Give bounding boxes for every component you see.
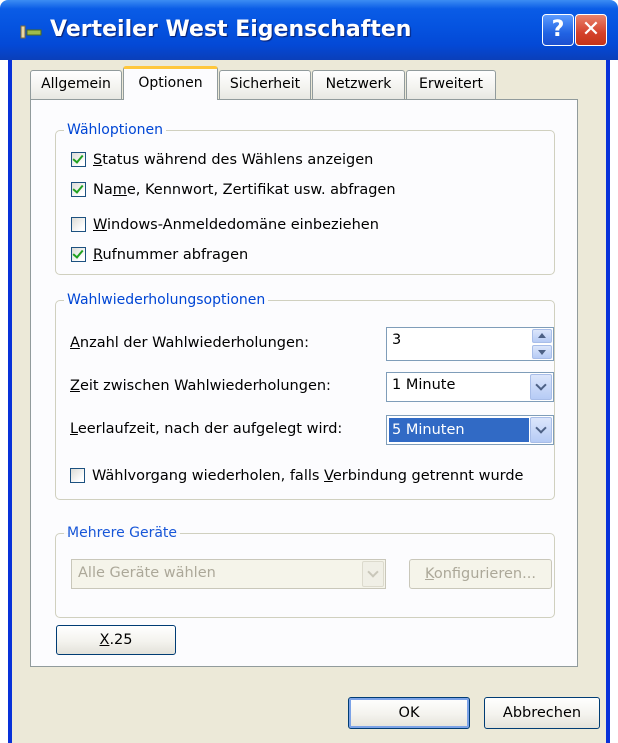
- tab-allgemein[interactable]: Allgemein: [30, 70, 122, 99]
- chevron-down-icon: [535, 379, 547, 391]
- configure-button: Konfigurieren...: [409, 559, 552, 589]
- tab-label: Netzwerk: [325, 76, 392, 92]
- redial-options-group: Wahlwiederholungsoptionen Anzahl der Wah…: [55, 291, 555, 500]
- devices-select-value: Alle Geräte wählen: [78, 565, 216, 581]
- prompt-phone-number-label: Rufnummer abfragen: [93, 247, 249, 263]
- prompt-phone-number-checkbox[interactable]: [71, 247, 86, 262]
- window-title: Verteiler West Eigenschaften: [50, 17, 412, 42]
- include-domain-label: Windows-Anmeldedomäne einbeziehen: [93, 217, 379, 233]
- show-status-checkbox-row[interactable]: Status während des Wählens anzeigen: [71, 149, 541, 171]
- help-icon: ?: [551, 17, 565, 42]
- tab-sicherheit[interactable]: Sicherheit: [219, 70, 311, 99]
- prompt-credentials-checkbox[interactable]: [71, 182, 86, 197]
- redial-count-label: Anzahl der Wahlwiederholungen:: [70, 335, 309, 351]
- tab-netzwerk[interactable]: Netzwerk: [312, 70, 405, 99]
- include-domain-checkbox-row[interactable]: Windows-Anmeldedomäne einbeziehen: [71, 214, 541, 236]
- spin-up-button[interactable]: [532, 329, 552, 343]
- tab-label: Sicherheit: [229, 76, 301, 92]
- arrow-down-icon: [538, 350, 546, 355]
- redial-count-spinner[interactable]: 3: [386, 327, 554, 361]
- redial-on-drop-checkbox[interactable]: [70, 468, 85, 483]
- redial-on-drop-checkbox-row[interactable]: Wählvorgang wiederholen, falls Verbindun…: [70, 465, 550, 487]
- include-domain-checkbox[interactable]: [71, 217, 86, 232]
- dial-options-group: Wähloptionen Status während des Wählens …: [55, 121, 555, 275]
- chevron-down-icon: [535, 422, 547, 434]
- dropdown-button: [362, 561, 384, 587]
- prompt-credentials-checkbox-row[interactable]: Name, Kennwort, Zertifikat usw. abfragen: [71, 179, 541, 201]
- prompt-credentials-label: Name, Kennwort, Zertifikat usw. abfragen: [93, 182, 396, 198]
- multiple-devices-legend: Mehrere Geräte: [64, 524, 181, 542]
- prompt-phone-number-checkbox-row[interactable]: Rufnummer abfragen: [71, 244, 541, 266]
- close-icon: ✕: [581, 17, 601, 42]
- tab-label: Erweitert: [419, 76, 483, 92]
- tab-erweitert[interactable]: Erweitert: [406, 70, 496, 99]
- redial-interval-value: 1 Minute: [392, 377, 456, 393]
- checkmark-icon: [72, 182, 84, 194]
- idle-time-label: Leerlaufzeit, nach der aufgelegt wird:: [70, 421, 343, 437]
- redial-on-drop-label: Wählvorgang wiederholen, falls Verbindun…: [92, 468, 524, 484]
- tab-panel-optionen: Wähloptionen Status während des Wählens …: [30, 99, 578, 667]
- help-button[interactable]: ?: [542, 14, 574, 46]
- cancel-button[interactable]: Abbrechen: [484, 697, 600, 729]
- redial-count-value: 3: [392, 332, 402, 348]
- checkmark-icon: [72, 152, 84, 164]
- redial-interval-label: Zeit zwischen Wahlwiederholungen:: [70, 378, 331, 394]
- dial-options-legend: Wähloptionen: [64, 121, 167, 139]
- tab-label: Optionen: [138, 75, 203, 91]
- dropdown-button[interactable]: [530, 374, 552, 400]
- close-button[interactable]: ✕: [575, 14, 607, 46]
- show-status-checkbox[interactable]: [71, 152, 86, 167]
- checkmark-icon: [72, 247, 84, 259]
- ok-button[interactable]: OK: [348, 697, 470, 729]
- dropdown-button[interactable]: [530, 417, 552, 443]
- multiple-devices-group: Mehrere Geräte Alle Geräte wählen Konfig…: [55, 524, 555, 618]
- title-bar[interactable]: Verteiler West Eigenschaften ? ✕: [0, 0, 618, 60]
- spin-down-button[interactable]: [532, 345, 552, 359]
- tab-optionen[interactable]: Optionen: [123, 66, 218, 100]
- devices-select: Alle Geräte wählen: [71, 559, 386, 589]
- show-status-label: Status während des Wählens anzeigen: [93, 152, 374, 168]
- chevron-down-icon: [367, 566, 379, 578]
- arrow-up-icon: [538, 333, 546, 338]
- tab-label: Allgemein: [41, 76, 111, 92]
- idle-time-value: 5 Minuten: [389, 418, 529, 442]
- redial-options-legend: Wahlwiederholungsoptionen: [64, 291, 269, 309]
- redial-interval-select[interactable]: 1 Minute: [386, 372, 554, 402]
- x25-button[interactable]: X.25: [56, 625, 176, 655]
- network-connection-icon: [20, 25, 42, 39]
- idle-time-select[interactable]: 5 Minuten: [386, 415, 554, 445]
